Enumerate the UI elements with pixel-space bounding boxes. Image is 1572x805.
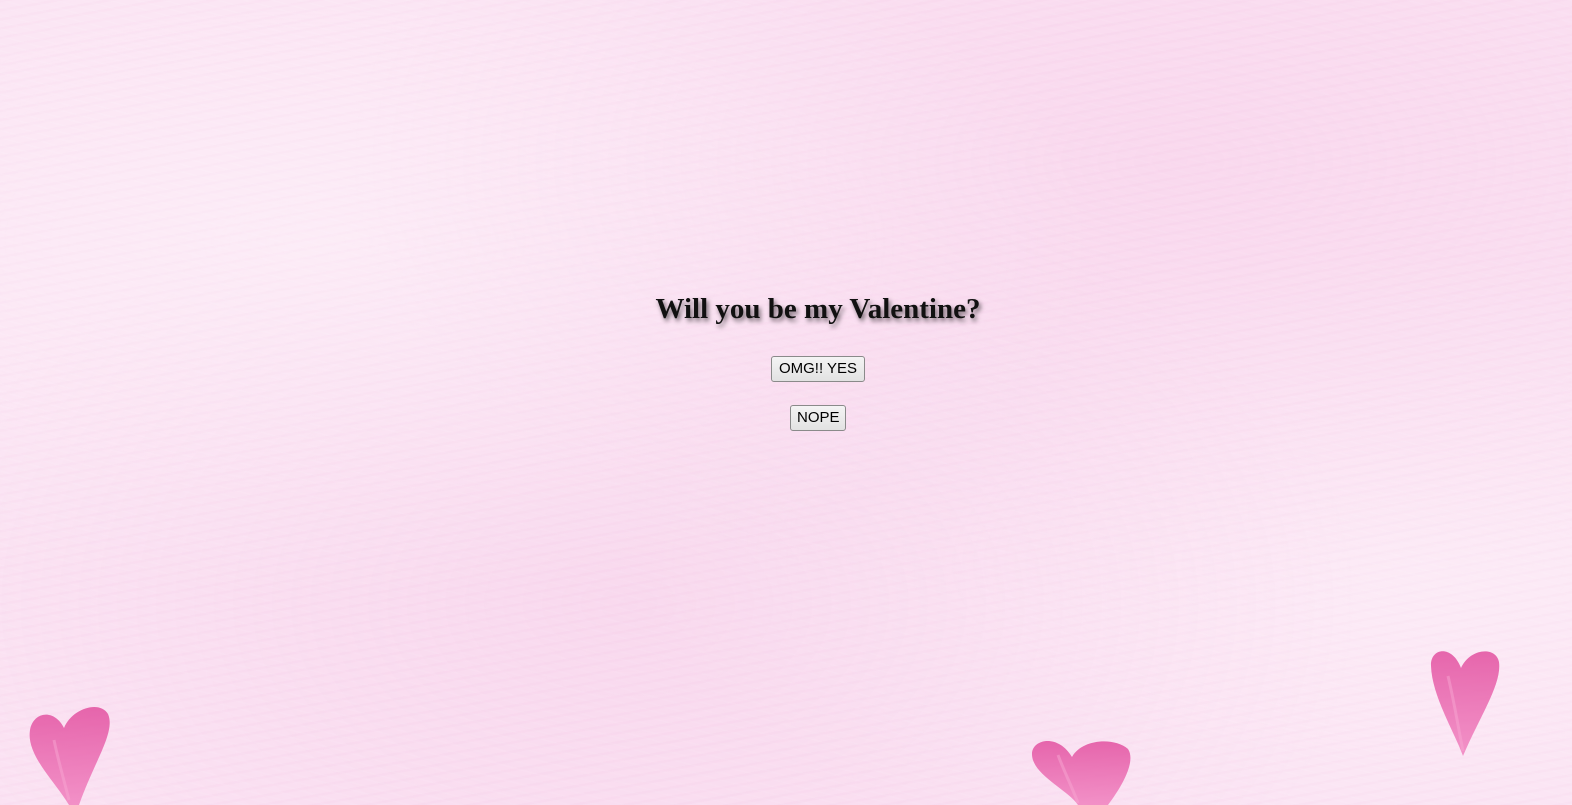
heart-icon <box>1031 740 1131 805</box>
heart-icon <box>1430 651 1500 756</box>
valentine-question: Will you be my Valentine? <box>655 293 981 325</box>
heart-icon <box>29 706 110 805</box>
no-button[interactable]: NOPE <box>790 405 846 431</box>
yes-button[interactable]: OMG!! YES <box>771 356 865 382</box>
